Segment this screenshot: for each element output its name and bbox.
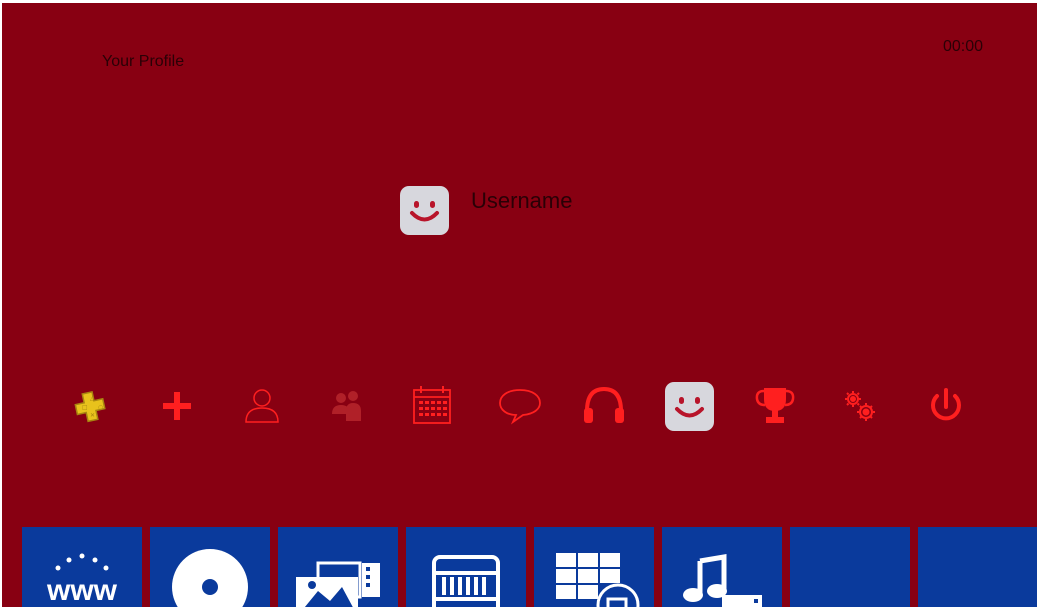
party-icon[interactable] bbox=[322, 381, 372, 431]
friends-icon[interactable] bbox=[237, 381, 287, 431]
internet-browser-tile[interactable]: www bbox=[22, 527, 142, 607]
svg-text:△: △ bbox=[90, 395, 95, 402]
whats-new-plus-icon[interactable] bbox=[152, 381, 202, 431]
disc-icon bbox=[172, 549, 248, 607]
library-icon bbox=[432, 555, 500, 607]
music-headphones-icon[interactable] bbox=[579, 381, 629, 431]
gallery-tile[interactable] bbox=[278, 527, 398, 607]
events-calendar-icon[interactable] bbox=[407, 381, 457, 431]
profile-avatar-icon[interactable] bbox=[664, 381, 714, 431]
username: Username bbox=[471, 188, 573, 213]
music-note-icon bbox=[683, 554, 762, 607]
disc-tile[interactable] bbox=[150, 527, 270, 607]
svg-text:□: □ bbox=[82, 404, 88, 411]
svg-text:✕: ✕ bbox=[90, 412, 95, 419]
store-icon bbox=[556, 553, 640, 607]
power-icon[interactable] bbox=[921, 381, 971, 431]
library-tile[interactable] bbox=[406, 527, 526, 607]
trophies-icon[interactable] bbox=[750, 381, 800, 431]
blank-tile-1[interactable] bbox=[790, 527, 910, 607]
playstation-plus-icon[interactable]: △ □ ○ ✕ bbox=[68, 381, 118, 431]
settings-icon[interactable] bbox=[835, 381, 885, 431]
messages-icon[interactable] bbox=[495, 381, 545, 431]
svg-text:○: ○ bbox=[98, 404, 103, 411]
blank-tile-2[interactable] bbox=[918, 527, 1037, 607]
page-title: Your Profile bbox=[102, 53, 185, 70]
store-tile[interactable] bbox=[534, 527, 654, 607]
profile-header: Username bbox=[400, 186, 572, 235]
ps4-style-screen: Your Profile 00:00 Username △ □ ○ ✕ www bbox=[2, 3, 1037, 607]
function-bar: △ □ ○ ✕ bbox=[2, 381, 1037, 431]
gallery-icon bbox=[296, 561, 380, 607]
clock: 00:00 bbox=[942, 38, 983, 55]
www-label: www bbox=[46, 574, 118, 607]
smiley-avatar-icon bbox=[400, 186, 449, 235]
smiley-avatar-icon bbox=[664, 381, 714, 431]
music-tile[interactable] bbox=[662, 527, 782, 607]
